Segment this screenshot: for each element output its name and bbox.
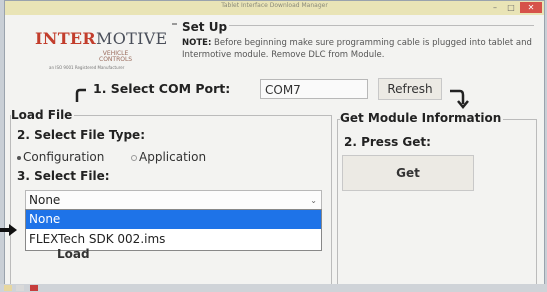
pointer-arrow-icon bbox=[0, 224, 17, 236]
intermotive-logo: INTERMOTIVE VEHICLE CONTROLS an ISO 9001… bbox=[17, 15, 167, 73]
dropdown-option-none[interactable]: None bbox=[26, 210, 321, 229]
window-title: Tablet Interface Download Manager bbox=[221, 2, 328, 9]
maximize-button[interactable]: □ bbox=[504, 2, 518, 13]
app-window: Tablet Interface Download Manager – □ ✕ … bbox=[4, 0, 545, 286]
taskbar bbox=[0, 284, 547, 292]
minimize-button[interactable]: – bbox=[488, 2, 502, 13]
radio-configuration[interactable]: Configuration bbox=[17, 150, 104, 164]
module-info-title: Get Module Information bbox=[340, 111, 504, 125]
setup-title: Set Up bbox=[182, 20, 228, 34]
title-bar: Tablet Interface Download Manager – □ ✕ bbox=[5, 1, 544, 15]
close-button[interactable]: ✕ bbox=[520, 2, 542, 13]
curved-arrow-down-icon bbox=[450, 89, 469, 109]
press-get-label: 2. Press Get: bbox=[344, 135, 431, 149]
setup-note: NOTE: Before beginning make sure program… bbox=[182, 38, 532, 60]
chevron-down-icon: ⌄ bbox=[310, 196, 317, 205]
taskbar-intermotive-icon[interactable] bbox=[30, 285, 38, 291]
com-port-select[interactable]: COM7 bbox=[260, 79, 368, 99]
file-type-label: 2. Select File Type: bbox=[17, 128, 145, 142]
taskbar-file-icon[interactable] bbox=[4, 285, 12, 291]
refresh-button[interactable]: Refresh bbox=[378, 78, 442, 100]
setup-separator bbox=[172, 23, 177, 25]
radio-selected-icon bbox=[17, 155, 21, 160]
taskbar-app-icon[interactable] bbox=[16, 285, 24, 291]
setup-rule bbox=[229, 25, 534, 26]
file-select[interactable]: None ⌄ bbox=[25, 190, 322, 210]
radio-unselected-icon bbox=[131, 154, 137, 161]
load-button[interactable]: Load bbox=[57, 247, 90, 261]
select-file-label: 3. Select File: bbox=[17, 169, 110, 183]
load-file-title: Load File bbox=[11, 108, 75, 122]
get-button[interactable]: Get bbox=[342, 155, 474, 191]
logo-wordmark: INTERMOTIVE bbox=[35, 29, 168, 48]
com-port-label: 1. Select COM Port: bbox=[93, 81, 231, 96]
logo-subtitle: VEHICLE CONTROLS bbox=[99, 50, 133, 63]
curved-arrow-icon bbox=[75, 88, 86, 102]
logo-tagline: an ISO 9001 Registered Manufacturer bbox=[49, 65, 125, 70]
file-dropdown-list: None FLEXTech SDK 002.ims bbox=[25, 209, 322, 251]
radio-application[interactable]: Application bbox=[131, 150, 206, 164]
